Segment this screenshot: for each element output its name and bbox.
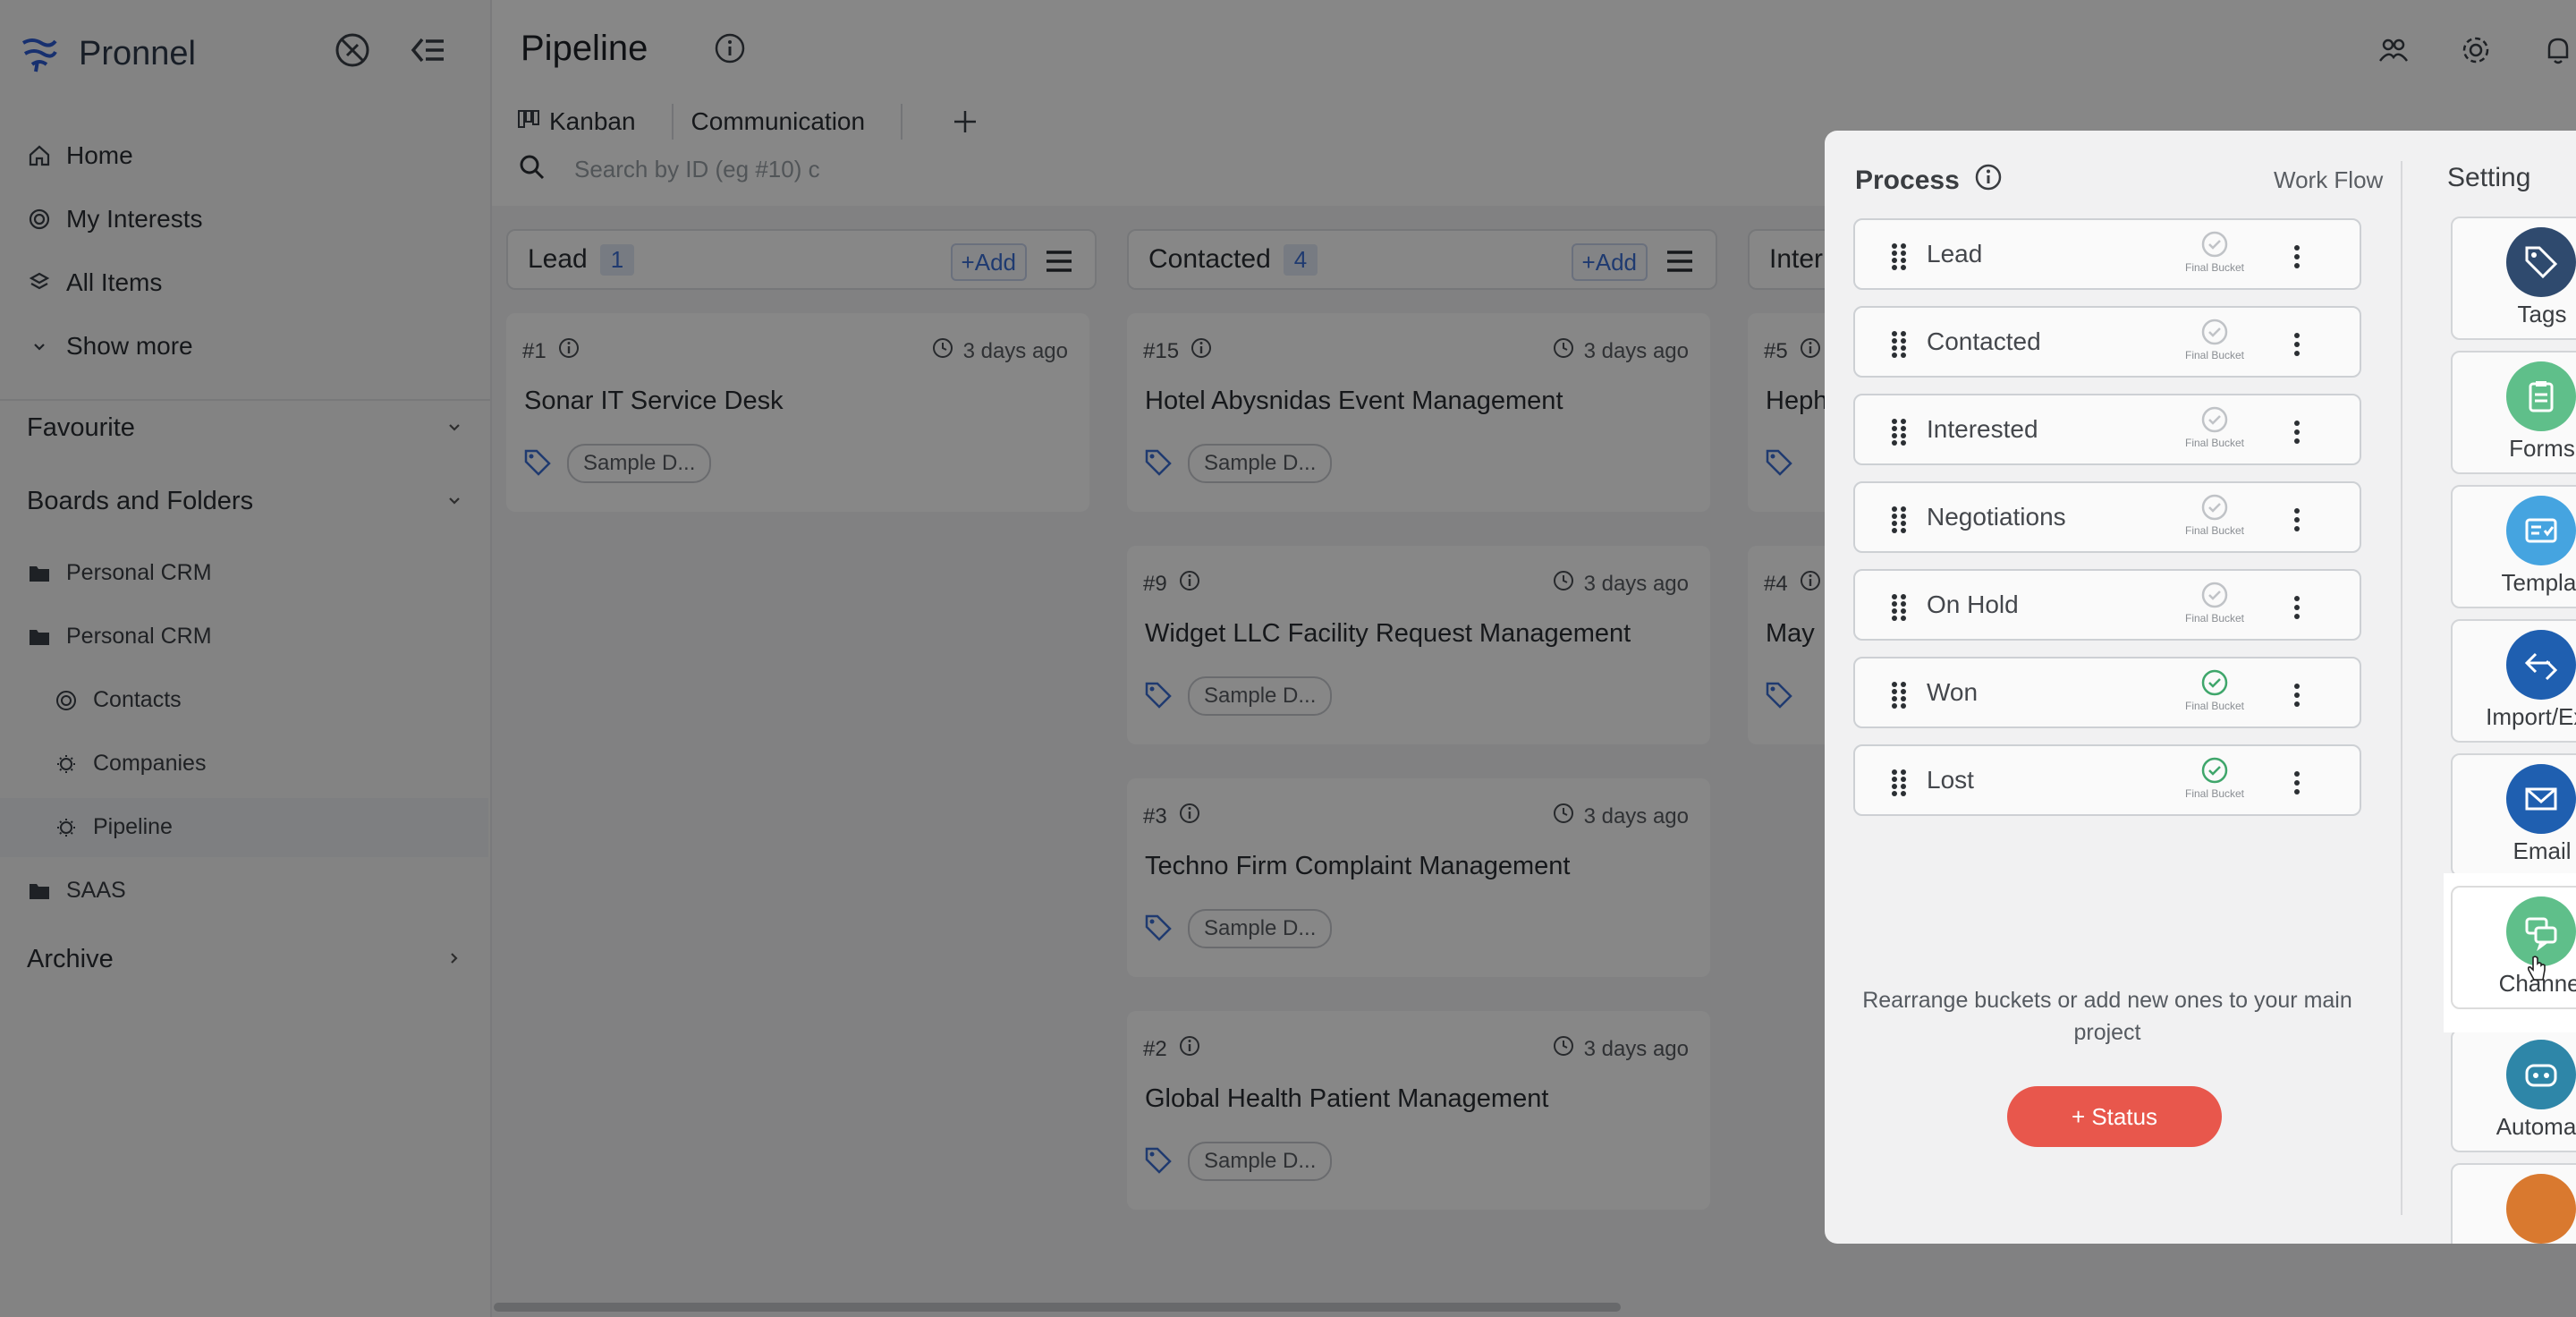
- final-bucket-label: Final Bucket: [2184, 437, 2245, 449]
- info-icon[interactable]: [1974, 163, 2003, 199]
- drag-handle-icon[interactable]: [1889, 680, 1909, 710]
- bucket-won[interactable]: Won Final Bucket: [1853, 657, 2361, 728]
- setting-automation[interactable]: Automati: [2451, 1029, 2576, 1152]
- final-bucket-label: Final Bucket: [2184, 261, 2245, 274]
- bucket-interested[interactable]: Interested Final Bucket: [1853, 394, 2361, 465]
- more-options-icon[interactable]: [2290, 505, 2304, 535]
- help-text: Rearrange buckets or add new ones to you…: [1862, 988, 2352, 1046]
- more-options-icon[interactable]: [2290, 417, 2304, 447]
- settings-title: Setting: [2447, 163, 2531, 192]
- setting-templates[interactable]: Templat: [2451, 485, 2576, 608]
- setting-label: Forms: [2509, 435, 2575, 462]
- check-circle-icon: [2199, 404, 2230, 435]
- bucket-name: Contacted: [1927, 327, 2041, 355]
- check-circle-icon: [2199, 755, 2230, 786]
- template-icon: [2506, 496, 2576, 565]
- setting-tags[interactable]: Tags: [2451, 217, 2576, 340]
- bucket-lost[interactable]: Lost Final Bucket: [1853, 744, 2361, 816]
- check-circle-icon: [2199, 580, 2230, 610]
- drag-handle-icon[interactable]: [1889, 768, 1909, 798]
- setting-label: Templat: [2501, 569, 2576, 596]
- setting-label: Tags: [2517, 301, 2567, 327]
- workflow-settings-panel: Process Work Flow Lead Final Bucket Cont…: [1825, 131, 2576, 1244]
- final-bucket-label: Final Bucket: [2184, 612, 2245, 625]
- mail-icon: [2506, 764, 2576, 834]
- channel-highlight: Channel: [2444, 873, 2576, 1032]
- final-bucket-toggle[interactable]: Final Bucket: [2177, 755, 2252, 800]
- final-bucket-label: Final Bucket: [2184, 700, 2245, 712]
- check-circle-icon: [2199, 317, 2230, 347]
- final-bucket-label: Final Bucket: [2184, 349, 2245, 361]
- bucket-lead[interactable]: Lead Final Bucket: [1853, 218, 2361, 290]
- bucket-negotiations[interactable]: Negotiations Final Bucket: [1853, 481, 2361, 553]
- final-bucket-toggle[interactable]: Final Bucket: [2177, 404, 2252, 449]
- setting-label: Import/Exp: [2486, 703, 2576, 730]
- setting-label: Channel: [2498, 970, 2576, 997]
- bucket-name: Won: [1927, 678, 1979, 706]
- import-export-icon: [2506, 630, 2576, 700]
- setting-forms[interactable]: Forms: [2451, 351, 2576, 474]
- final-bucket-toggle[interactable]: Final Bucket: [2177, 317, 2252, 361]
- process-title: Process: [1855, 163, 2003, 199]
- more-settings-icon: [2506, 1174, 2576, 1244]
- workflow-link[interactable]: Work Flow: [2274, 166, 2383, 194]
- more-options-icon[interactable]: [2290, 592, 2304, 623]
- add-status-button[interactable]: + Status: [2007, 1086, 2222, 1147]
- modal-divider: [2401, 161, 2402, 1215]
- drag-handle-icon[interactable]: [1889, 417, 1909, 447]
- more-options-icon[interactable]: [2290, 242, 2304, 272]
- more-options-icon[interactable]: [2290, 680, 2304, 710]
- drag-handle-icon[interactable]: [1889, 329, 1909, 360]
- check-circle-icon: [2199, 667, 2230, 698]
- setting-label: Email: [2512, 837, 2572, 864]
- clipboard-icon: [2506, 361, 2576, 431]
- bucket-name: Lost: [1927, 766, 1974, 794]
- drag-handle-icon[interactable]: [1889, 242, 1909, 272]
- bucket-name: On Hold: [1927, 591, 2019, 618]
- drag-handle-icon[interactable]: [1889, 505, 1909, 535]
- check-circle-icon: [2199, 492, 2230, 523]
- process-title-text: Process: [1855, 166, 1960, 195]
- bucket-name: Lead: [1927, 240, 1983, 268]
- app: Pronnel Home My Interests All Items Show…: [0, 0, 2576, 1317]
- tag-icon: [2506, 227, 2576, 297]
- setting-email[interactable]: Email: [2451, 753, 2576, 877]
- drag-handle-icon[interactable]: [1889, 592, 1909, 623]
- check-circle-icon: [2199, 229, 2230, 259]
- setting-more[interactable]: [2451, 1163, 2576, 1244]
- bucket-contacted[interactable]: Contacted Final Bucket: [1853, 306, 2361, 378]
- final-bucket-toggle[interactable]: Final Bucket: [2177, 580, 2252, 625]
- final-bucket-label: Final Bucket: [2184, 524, 2245, 537]
- setting-import-export[interactable]: Import/Exp: [2451, 619, 2576, 743]
- final-bucket-label: Final Bucket: [2184, 787, 2245, 800]
- final-bucket-toggle[interactable]: Final Bucket: [2177, 667, 2252, 712]
- robot-icon: [2506, 1040, 2576, 1109]
- bucket-on-hold[interactable]: On Hold Final Bucket: [1853, 569, 2361, 641]
- final-bucket-toggle[interactable]: Final Bucket: [2177, 229, 2252, 274]
- more-options-icon[interactable]: [2290, 768, 2304, 798]
- final-bucket-toggle[interactable]: Final Bucket: [2177, 492, 2252, 537]
- setting-channel[interactable]: Channel: [2451, 886, 2576, 1009]
- setting-label: Automati: [2496, 1113, 2576, 1140]
- cursor-hand-icon: [2526, 956, 2547, 987]
- more-options-icon[interactable]: [2290, 329, 2304, 360]
- bucket-name: Interested: [1927, 415, 2038, 443]
- bucket-name: Negotiations: [1927, 503, 2066, 531]
